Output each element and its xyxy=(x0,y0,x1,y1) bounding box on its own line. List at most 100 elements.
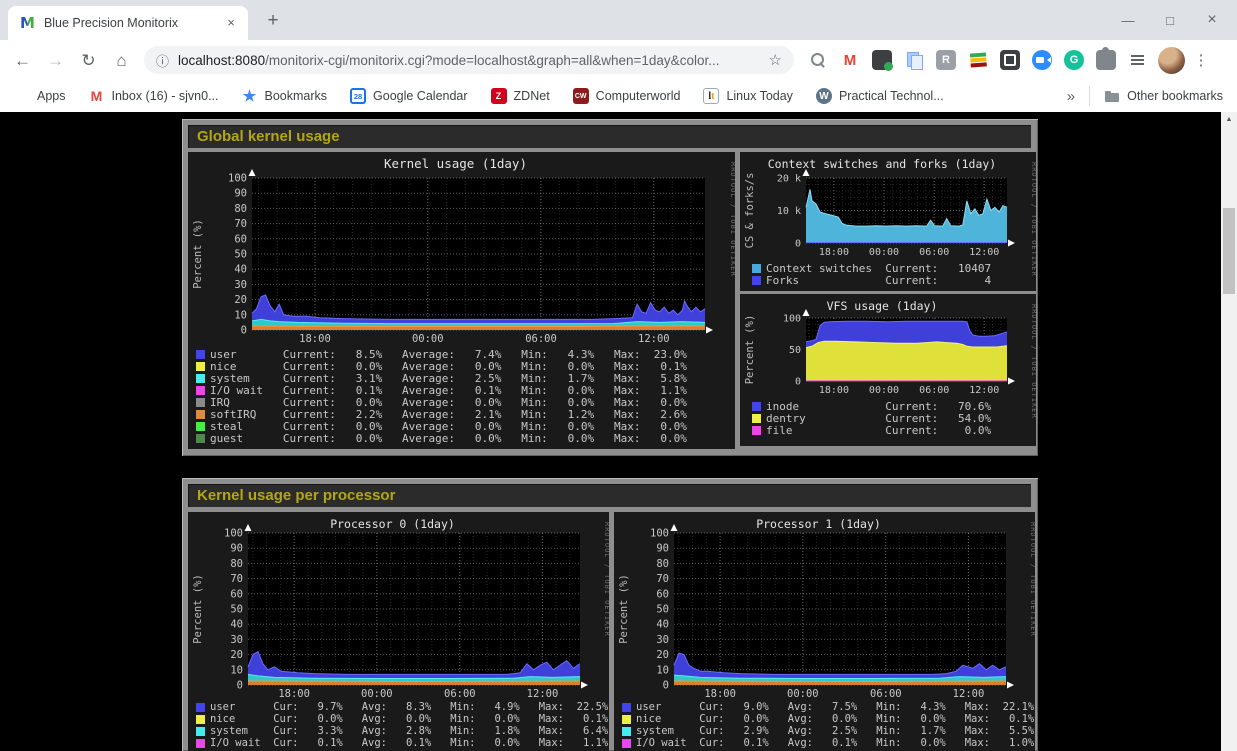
other-bookmarks-button[interactable]: Other bookmarks xyxy=(1104,88,1223,104)
url-host: localhost:8080 xyxy=(178,53,265,68)
back-button[interactable]: ← xyxy=(6,44,39,77)
svg-text:18:00: 18:00 xyxy=(278,688,310,700)
scrollbar-up-arrow[interactable]: ▲ xyxy=(1221,112,1237,126)
svg-text:100: 100 xyxy=(224,528,243,540)
context-switches-graph[interactable]: 010 k20 k18:0000:0006:0012:00Context swi… xyxy=(740,152,1036,291)
legend-row: user Cur: 9.7% Avg: 8.3% Min: 4.9% Max: … xyxy=(196,701,608,713)
vfs-usage-graph[interactable]: 05010018:0000:0006:0012:00VFS usage (1da… xyxy=(740,294,1036,446)
bookmark-star-icon[interactable]: ☆ xyxy=(769,51,782,69)
svg-text:18:00: 18:00 xyxy=(704,688,736,700)
svg-text:90: 90 xyxy=(656,543,669,555)
apps-grid-icon xyxy=(14,88,30,104)
books-extension-icon[interactable] xyxy=(968,50,988,70)
tab-list-icon[interactable] xyxy=(1128,50,1148,70)
zoom-extension-icon[interactable] xyxy=(1032,50,1052,70)
scrollbar-thumb[interactable] xyxy=(1223,208,1235,294)
legend-swatch-nice xyxy=(622,715,631,724)
legend-text: user Cur: 9.7% Avg: 8.3% Min: 4.9% Max: … xyxy=(210,701,608,713)
svg-text:50: 50 xyxy=(789,345,801,356)
bookmark-item-zdnet[interactable]: Z ZDNet xyxy=(491,88,550,104)
svg-text:12:00: 12:00 xyxy=(969,385,999,396)
menu-kebab-icon[interactable]: ⋮ xyxy=(1191,51,1211,69)
bookmark-label: Linux Today xyxy=(726,89,793,103)
bookmark-item-inbox[interactable]: M Inbox (16) - sjvn0... xyxy=(89,88,219,104)
extensions-puzzle-icon[interactable] xyxy=(1096,50,1116,70)
bookmark-item-practical-technology[interactable]: W Practical Technol... xyxy=(816,88,944,104)
svg-text:00:00: 00:00 xyxy=(412,333,444,345)
legend-swatch-system xyxy=(196,374,205,383)
legend-row: nice Current: 0.0% Average: 0.0% Min: 0.… xyxy=(196,360,687,372)
site-info-icon[interactable]: ⓘ xyxy=(156,51,169,70)
snippet-extension-icon[interactable] xyxy=(1000,50,1020,70)
svg-text:20: 20 xyxy=(230,649,243,661)
search-icon[interactable] xyxy=(808,50,828,70)
svg-text:40: 40 xyxy=(656,619,669,631)
bookmarks-overflow-chevron[interactable]: » xyxy=(1067,88,1075,105)
tab-close-icon[interactable]: × xyxy=(222,14,240,32)
kernel-usage-per-processor-section: Kernel usage per processor 0102030405060… xyxy=(182,478,1038,751)
legend-swatch-softirq xyxy=(196,410,205,419)
svg-text:Percent (%): Percent (%) xyxy=(192,574,204,644)
profile-avatar[interactable] xyxy=(1158,47,1185,74)
legend-text: guest Current: 0.0% Average: 0.0% Min: 0… xyxy=(210,432,687,445)
legend-row: file Current: 0.0% xyxy=(752,424,991,436)
kernel-usage-graph[interactable]: 010203040506070809010018:0000:0006:0012:… xyxy=(188,152,735,449)
processor-0-graph[interactable]: 010203040506070809010018:0000:0006:0012:… xyxy=(188,512,609,751)
url-text[interactable]: localhost:8080/monitorix-cgi/monitorix.c… xyxy=(178,53,761,68)
bookmark-item-apps[interactable]: Apps xyxy=(14,88,66,104)
bookmark-item-computerworld[interactable]: CW Computerworld xyxy=(573,88,681,104)
svg-text:0: 0 xyxy=(795,377,801,388)
legend-text: nice Cur: 0.0% Avg: 0.0% Min: 0.0% Max: … xyxy=(636,713,1034,725)
forward-button[interactable]: → xyxy=(39,44,72,77)
svg-text:12:00: 12:00 xyxy=(638,333,670,345)
svg-text:RRDTOOL / TOBI OETIKER: RRDTOOL / TOBI OETIKER xyxy=(729,162,735,277)
page-scrollbar[interactable]: ▲ xyxy=(1221,112,1237,751)
voice-extension-icon[interactable] xyxy=(872,50,892,70)
browser-tab[interactable]: M Blue Precision Monitorix × xyxy=(8,6,248,40)
svg-text:70: 70 xyxy=(234,218,247,230)
linux-today-icon: lt xyxy=(703,88,719,104)
legend-row: steal Current: 0.0% Average: 0.0% Min: 0… xyxy=(196,420,687,432)
legend-row: dentry Current: 54.0% xyxy=(752,412,991,424)
tab-title: Blue Precision Monitorix xyxy=(44,16,222,30)
maximize-button[interactable]: □ xyxy=(1149,13,1191,28)
bookmark-item-linux-today[interactable]: lt Linux Today xyxy=(703,88,793,104)
svg-text:40: 40 xyxy=(230,619,243,631)
svg-text:50: 50 xyxy=(234,249,247,261)
svg-text:70: 70 xyxy=(656,573,669,585)
reload-button[interactable]: ↻ xyxy=(72,44,105,77)
section-title-global-kernel-usage: Global kernel usage xyxy=(188,125,1031,148)
new-tab-button[interactable]: + xyxy=(260,9,286,35)
svg-text:RRDTOOL / TOBI OETIKER: RRDTOOL / TOBI OETIKER xyxy=(603,522,609,637)
bookmark-label: Bookmarks xyxy=(265,89,328,103)
legend-swatch-steal xyxy=(196,422,205,431)
calendar-icon: 28 xyxy=(350,88,366,104)
minimize-button[interactable]: — xyxy=(1107,13,1149,28)
legend-row: user Current: 8.5% Average: 7.4% Min: 4.… xyxy=(196,348,687,360)
home-button[interactable]: ⌂ xyxy=(105,44,138,77)
svg-text:VFS usage (1day): VFS usage (1day) xyxy=(827,299,938,313)
legend-swatch-i-o-wait xyxy=(622,739,631,748)
bookmark-label: ZDNet xyxy=(514,89,550,103)
svg-text:100: 100 xyxy=(783,314,801,325)
section-title-kernel-usage-per-processor: Kernel usage per processor xyxy=(188,484,1031,507)
copy-extension-icon[interactable] xyxy=(904,50,924,70)
svg-text:00:00: 00:00 xyxy=(869,385,899,396)
svg-text:12:00: 12:00 xyxy=(969,247,999,258)
svg-text:Percent (%): Percent (%) xyxy=(618,574,630,644)
bookmark-label: Google Calendar xyxy=(373,89,468,103)
address-bar[interactable]: ⓘ localhost:8080/monitorix-cgi/monitorix… xyxy=(144,46,794,74)
bookmark-item-google-calendar[interactable]: 28 Google Calendar xyxy=(350,88,468,104)
gmail-extension-icon[interactable]: M xyxy=(840,50,860,70)
svg-text:50: 50 xyxy=(230,604,243,616)
close-button[interactable]: × xyxy=(1191,11,1233,29)
star-icon: ★ xyxy=(242,88,258,104)
bookmark-item-bookmarks[interactable]: ★ Bookmarks xyxy=(242,88,328,104)
r-extension-icon[interactable]: R xyxy=(936,50,956,70)
bookmarks-bar: Apps M Inbox (16) - sjvn0... ★ Bookmarks… xyxy=(0,80,1237,112)
svg-text:18:00: 18:00 xyxy=(819,247,849,258)
svg-text:50: 50 xyxy=(656,604,669,616)
processor-1-graph[interactable]: 010203040506070809010018:0000:0006:0012:… xyxy=(614,512,1035,751)
grammarly-extension-icon[interactable]: G xyxy=(1064,50,1084,70)
legend-row: I/O wait Cur: 0.1% Avg: 0.1% Min: 0.0% M… xyxy=(196,737,608,749)
